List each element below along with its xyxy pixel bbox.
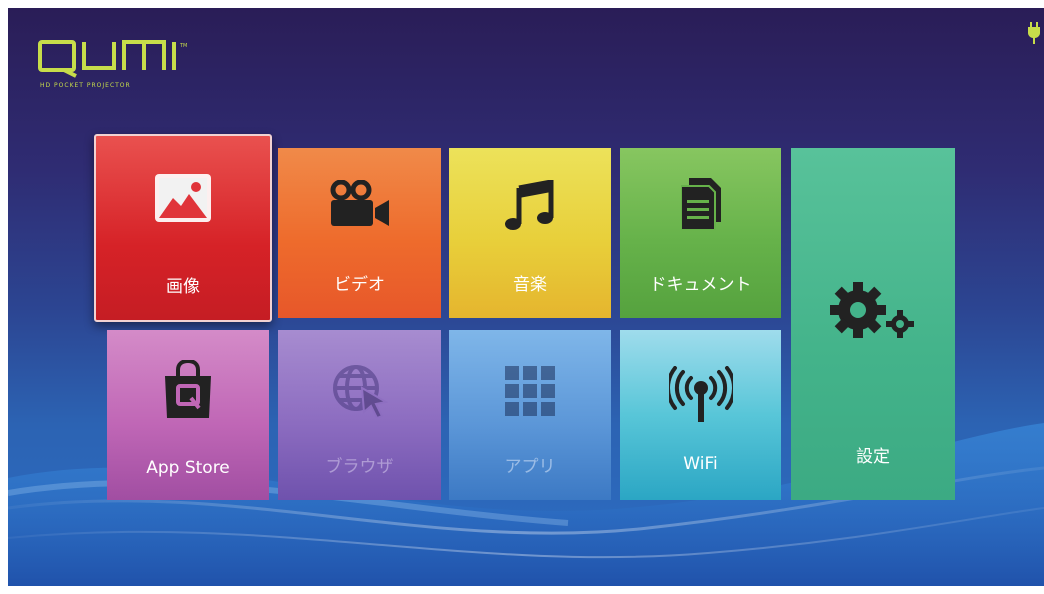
home-screen: TM HD POCKET PROJECTOR 画像 ビデオ 音楽 ドキュメント … (8, 8, 1044, 586)
tile-app-store[interactable]: App Store (107, 330, 269, 500)
qumi-logo: TM HD POCKET PROJECTOR (38, 38, 218, 98)
gears-icon (791, 278, 955, 344)
tile-browser[interactable]: ブラウザ (278, 330, 441, 500)
music-note-icon (449, 180, 611, 232)
tile-settings-label: 設定 (856, 447, 890, 467)
tile-video[interactable]: ビデオ (278, 148, 441, 318)
logo-tagline: HD POCKET PROJECTOR (40, 82, 131, 89)
tile-apps[interactable]: アプリ (449, 330, 611, 500)
shopping-bag-icon (107, 360, 269, 418)
plug-icon (1028, 22, 1040, 44)
image-icon (96, 174, 270, 222)
document-icon (620, 178, 781, 230)
wifi-antenna-icon (620, 366, 781, 422)
globe-cursor-icon (278, 364, 441, 418)
tile-wifi[interactable]: WiFi (620, 330, 781, 500)
tile-wifi-label: WiFi (683, 454, 718, 474)
video-camera-icon (278, 180, 441, 228)
tile-music[interactable]: 音楽 (449, 148, 611, 318)
grid-icon (449, 366, 611, 416)
qumi-logo-mark: TM (38, 40, 187, 78)
tile-settings[interactable]: 設定 (791, 148, 955, 500)
tile-video-label: ビデオ (334, 275, 385, 295)
tile-browser-label: ブラウザ (325, 457, 394, 477)
tile-app-store-label: App Store (146, 458, 230, 478)
tile-documents-label: ドキュメント (649, 275, 752, 295)
svg-text:TM: TM (179, 43, 187, 49)
tile-documents[interactable]: ドキュメント (620, 148, 781, 318)
tile-image-label: 画像 (166, 277, 200, 297)
tile-music-label: 音楽 (513, 275, 547, 295)
tile-image[interactable]: 画像 (94, 134, 272, 322)
tile-apps-label: アプリ (504, 457, 556, 477)
